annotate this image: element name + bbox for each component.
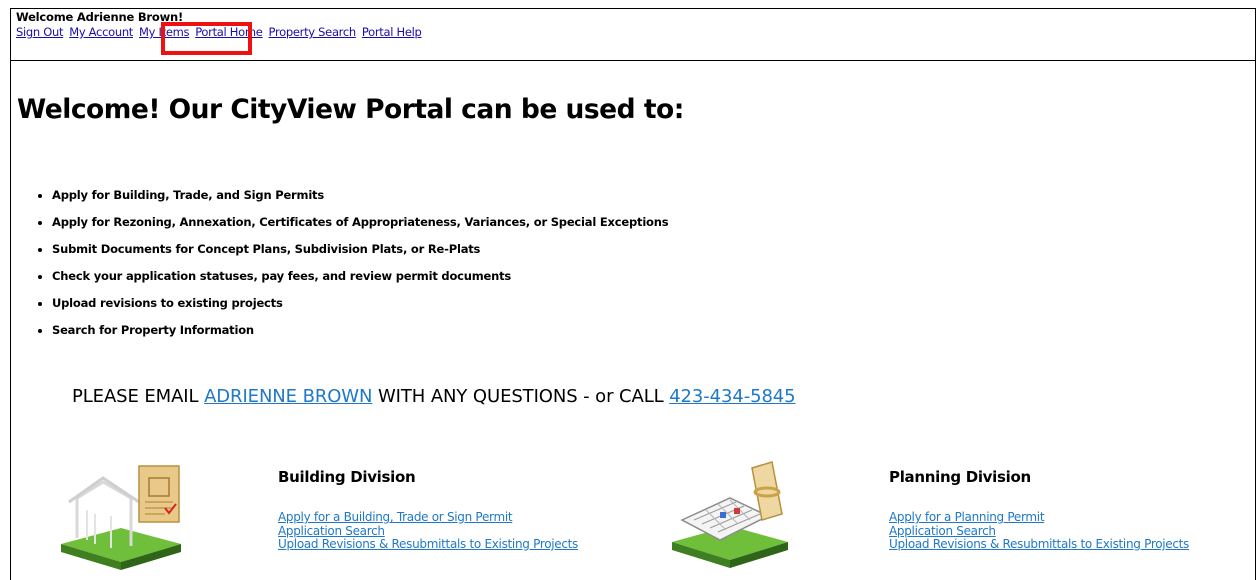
apply-building-permit-link[interactable]: Apply for a Building, Trade or Sign Perm… xyxy=(278,510,578,525)
planning-division-links: Apply for a Planning Permit Application … xyxy=(889,510,1189,552)
planning-division-title: Planning Division xyxy=(889,468,1031,486)
planning-blueprint-icon[interactable] xyxy=(664,458,796,573)
welcome-message: Welcome Adrienne Brown! xyxy=(16,10,184,24)
list-item: Apply for Building, Trade, and Sign Perm… xyxy=(52,185,668,212)
list-item: Apply for Rezoning, Annexation, Certific… xyxy=(52,212,669,239)
contact-prefix: PLEASE EMAIL xyxy=(72,386,205,407)
list-item: Submit Documents for Concept Plans, Subd… xyxy=(52,239,668,266)
list-item: Check your application statuses, pay fee… xyxy=(52,266,668,293)
portal-help-link[interactable]: Portal Help xyxy=(362,25,422,39)
contact-line: PLEASE EMAIL ADRIENNE BROWN WITH ANY QUE… xyxy=(72,386,796,407)
building-application-search-link[interactable]: Application Search xyxy=(278,524,578,539)
building-division-title: Building Division xyxy=(278,468,416,486)
property-search-link[interactable]: Property Search xyxy=(269,25,357,39)
phone-link[interactable]: 423-434-5845 xyxy=(669,386,795,407)
sign-out-link[interactable]: Sign Out xyxy=(16,25,64,39)
building-house-icon[interactable] xyxy=(55,458,187,573)
apply-planning-permit-link[interactable]: Apply for a Planning Permit xyxy=(889,510,1189,525)
feature-list: Apply for Building, Trade, and Sign Perm… xyxy=(35,185,669,347)
list-item: Upload revisions to existing projects xyxy=(52,293,668,320)
planning-upload-revisions-link[interactable]: Upload Revisions & Resubmittals to Exist… xyxy=(889,537,1189,552)
building-division-links: Apply for a Building, Trade or Sign Perm… xyxy=(278,510,578,552)
building-upload-revisions-link[interactable]: Upload Revisions & Resubmittals to Exist… xyxy=(278,537,578,552)
page-title: Welcome! Our CityView Portal can be used… xyxy=(17,94,684,125)
my-account-link[interactable]: My Account xyxy=(69,25,133,39)
header-divider xyxy=(10,60,1256,61)
email-contact-link[interactable]: ADRIENNE BROWN xyxy=(204,386,372,407)
my-items-highlight-box xyxy=(161,22,252,55)
planning-application-search-link[interactable]: Application Search xyxy=(889,524,1189,539)
list-item: Search for Property Information xyxy=(52,320,668,347)
contact-middle: WITH ANY QUESTIONS - or CALL xyxy=(372,386,670,407)
